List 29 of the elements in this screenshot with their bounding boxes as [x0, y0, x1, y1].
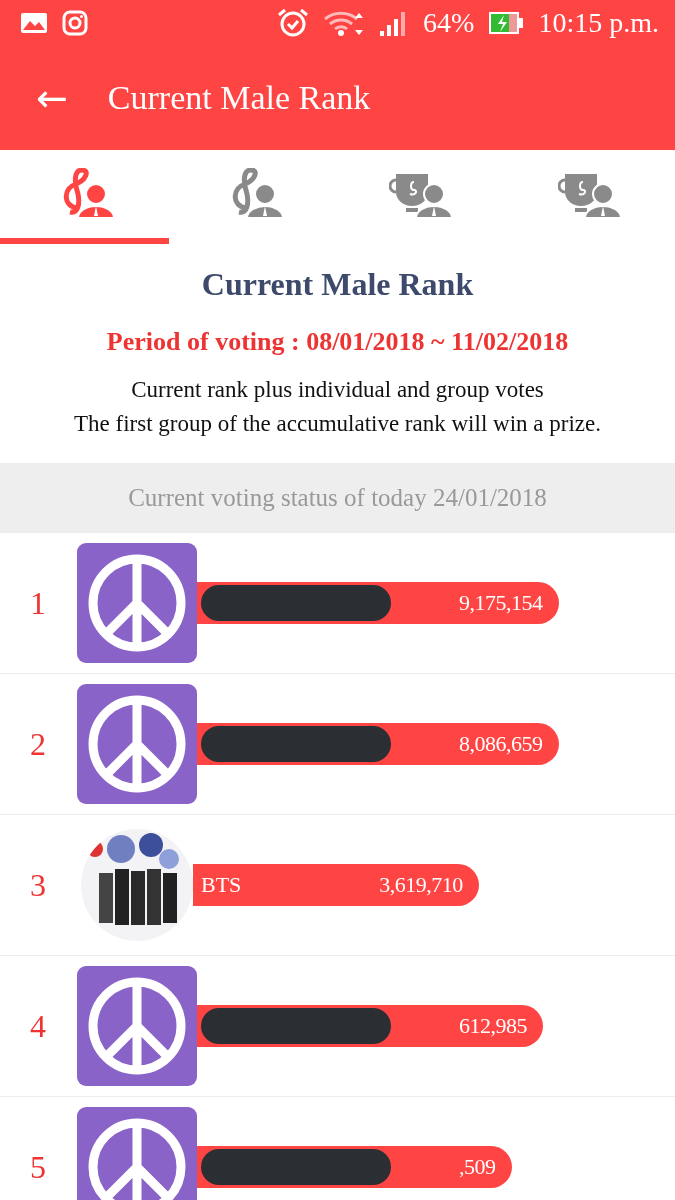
voting-period: Period of voting : 08/01/2018 ~ 11/02/2018 [106, 327, 569, 357]
wifi-icon [323, 9, 366, 37]
group-name: BTS [201, 872, 242, 898]
rank-number: 2 [29, 725, 47, 763]
battery-charging-icon [488, 11, 525, 35]
peace-sticker-icon [75, 964, 199, 1088]
peace-sticker-icon [75, 682, 199, 806]
voting-status-banner: Current voting status of today 24/01/2018 [0, 463, 675, 533]
alarm-icon [277, 8, 310, 38]
back-button[interactable]: ← [36, 79, 68, 117]
instagram-icon [62, 10, 88, 36]
rank-number: 4 [29, 1007, 47, 1045]
vote-count: 8,086,659 [459, 731, 543, 757]
description-text: Current rank plus individual and group votes [131, 376, 544, 404]
page-heading: Current Male Rank [201, 266, 474, 303]
peace-sticker-icon [75, 541, 199, 665]
rank-number: 3 [29, 866, 47, 904]
peace-sticker-icon [75, 1105, 199, 1200]
vote-count: 3,619,710 [379, 872, 463, 898]
vote-count: 612,985 [459, 1013, 527, 1039]
vote-count: ,509 [459, 1154, 496, 1180]
rank-number: 5 [29, 1148, 47, 1186]
vote-count: 9,175,154 [459, 590, 543, 616]
battery-percentage: 64% [423, 7, 475, 39]
app-bar-title: Current Male Rank [107, 79, 371, 117]
rank-number: 1 [29, 584, 47, 622]
description-text: The first group of the accumulative rank will win a prize. [74, 410, 601, 438]
gallery-icon [20, 12, 48, 34]
clock-time: 10:15 p.m. [538, 7, 659, 39]
